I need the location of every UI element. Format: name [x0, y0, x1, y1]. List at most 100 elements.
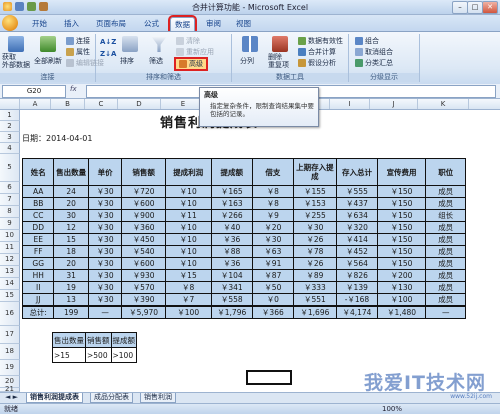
sort-ascending-button[interactable]: A↓Z: [100, 38, 116, 46]
row-header[interactable]: 3: [0, 132, 20, 143]
table-cell[interactable]: 成员: [425, 233, 466, 246]
office-button-icon[interactable]: [2, 15, 18, 31]
table-cell[interactable]: ￥930: [121, 269, 166, 282]
total-cell[interactable]: 199: [53, 305, 89, 319]
total-cell[interactable]: ￥1,696: [292, 305, 338, 319]
table-cell[interactable]: ￥150: [376, 233, 427, 246]
table-cell[interactable]: ￥555: [336, 185, 378, 198]
tab-home[interactable]: 开始: [28, 17, 51, 30]
row-header[interactable]: 13: [0, 266, 20, 278]
table-cell[interactable]: FF: [21, 245, 55, 258]
table-cell[interactable]: 15: [53, 233, 89, 246]
table-cell[interactable]: ￥150: [376, 221, 427, 234]
table-cell[interactable]: ￥564: [336, 257, 378, 270]
table-header-cell[interactable]: 存入总计: [336, 158, 378, 186]
table-header-cell[interactable]: 单价: [87, 158, 123, 186]
table-cell[interactable]: ￥10: [164, 245, 212, 258]
table-header-cell[interactable]: 销售额: [121, 158, 166, 186]
table-header-cell[interactable]: 售出数量: [53, 158, 89, 186]
table-cell[interactable]: ￥30: [87, 233, 123, 246]
table-cell[interactable]: ￥414: [336, 233, 378, 246]
fx-icon[interactable]: fx: [70, 85, 77, 93]
total-cell[interactable]: ￥5,970: [121, 305, 166, 319]
tab-review[interactable]: 审阅: [202, 17, 225, 30]
table-cell[interactable]: ￥437: [336, 197, 378, 210]
table-cell[interactable]: ￥30: [87, 245, 123, 258]
table-cell[interactable]: -￥168: [336, 293, 378, 307]
table-cell[interactable]: 19: [53, 281, 89, 294]
table-cell[interactable]: ￥11: [164, 209, 212, 222]
table-cell[interactable]: ￥63: [252, 245, 294, 258]
tab-page-layout[interactable]: 页面布局: [92, 17, 130, 30]
row-header[interactable]: 2: [0, 121, 20, 132]
table-cell[interactable]: ￥570: [121, 281, 166, 294]
row-header[interactable]: 5: [0, 154, 20, 182]
table-cell[interactable]: ￥155: [292, 185, 338, 198]
column-header[interactable]: A: [20, 99, 51, 109]
table-cell[interactable]: ￥26: [292, 257, 338, 270]
table-cell[interactable]: BB: [21, 197, 55, 210]
table-cell[interactable]: 成员: [425, 281, 466, 294]
table-cell[interactable]: ￥8: [252, 197, 294, 210]
row-header[interactable]: 14: [0, 278, 20, 290]
what-if-button[interactable]: 假设分析: [298, 58, 336, 68]
row-header[interactable]: 17: [0, 326, 20, 344]
table-cell[interactable]: ￥100: [376, 293, 427, 307]
consolidate-button[interactable]: 合并计算: [298, 47, 336, 57]
table-cell[interactable]: 12: [53, 221, 89, 234]
data-validation-button[interactable]: 数据有效性: [298, 36, 343, 46]
sheet-nav-arrows-icon[interactable]: ◄ ►: [2, 393, 21, 402]
table-cell[interactable]: 组长: [425, 209, 466, 222]
sheet-tab-profit[interactable]: 销售利润提成表: [26, 393, 83, 403]
total-cell[interactable]: ￥1,480: [376, 305, 427, 319]
row-header[interactable]: 18: [0, 344, 20, 360]
table-cell[interactable]: ￥40: [210, 221, 254, 234]
table-cell[interactable]: ￥130: [376, 281, 427, 294]
table-cell[interactable]: ￥9: [252, 209, 294, 222]
table-cell[interactable]: 成员: [425, 197, 466, 210]
connections-button[interactable]: 连接: [66, 36, 90, 46]
subtotal-button[interactable]: 分类汇总: [355, 58, 393, 68]
table-cell[interactable]: ￥150: [376, 197, 427, 210]
sheet-tab-allocation[interactable]: 成品分配表: [90, 393, 133, 403]
selected-cell-g20[interactable]: [246, 370, 292, 385]
table-cell[interactable]: ￥320: [336, 221, 378, 234]
row-header[interactable]: 11: [0, 242, 20, 254]
table-cell[interactable]: ￥333: [292, 281, 338, 294]
table-cell[interactable]: ￥266: [210, 209, 254, 222]
table-cell[interactable]: ￥450: [121, 233, 166, 246]
total-cell[interactable]: ￥366: [252, 305, 294, 319]
table-header-cell[interactable]: 姓名: [21, 158, 55, 186]
table-cell[interactable]: 20: [53, 257, 89, 270]
table-cell[interactable]: ￥150: [376, 185, 427, 198]
table-cell[interactable]: 成员: [425, 221, 466, 234]
table-cell[interactable]: ￥150: [376, 209, 427, 222]
table-cell[interactable]: ￥36: [210, 233, 254, 246]
table-cell[interactable]: ￥30: [87, 197, 123, 210]
table-cell[interactable]: 31: [53, 269, 89, 282]
table-header-cell[interactable]: 宣传费用: [376, 158, 427, 186]
table-cell[interactable]: ￥30: [87, 281, 123, 294]
sort-button[interactable]: 排序: [120, 56, 134, 66]
table-cell[interactable]: JJ: [21, 293, 55, 307]
table-cell[interactable]: 18: [53, 245, 89, 258]
table-cell[interactable]: ￥720: [121, 185, 166, 198]
select-all-corner[interactable]: [0, 99, 20, 109]
table-cell[interactable]: ￥7: [164, 293, 212, 307]
table-cell[interactable]: ￥30: [292, 221, 338, 234]
table-cell[interactable]: ￥360: [121, 221, 166, 234]
table-cell[interactable]: ￥87: [252, 269, 294, 282]
advanced-filter-button[interactable]: 高级: [174, 57, 208, 71]
table-cell[interactable]: ￥10: [164, 233, 212, 246]
group-button[interactable]: 组合: [355, 36, 379, 46]
table-cell[interactable]: ￥91: [252, 257, 294, 270]
table-cell[interactable]: ￥558: [210, 293, 254, 307]
table-cell[interactable]: ￥200: [376, 269, 427, 282]
table-cell[interactable]: ￥540: [121, 245, 166, 258]
properties-button[interactable]: 属性: [66, 47, 90, 57]
criteria-value-cell[interactable]: >100: [110, 347, 137, 363]
column-header[interactable]: K: [418, 99, 469, 109]
table-cell[interactable]: ￥600: [121, 197, 166, 210]
filter-button[interactable]: 筛选: [149, 56, 163, 66]
table-cell[interactable]: ￥30: [87, 269, 123, 282]
